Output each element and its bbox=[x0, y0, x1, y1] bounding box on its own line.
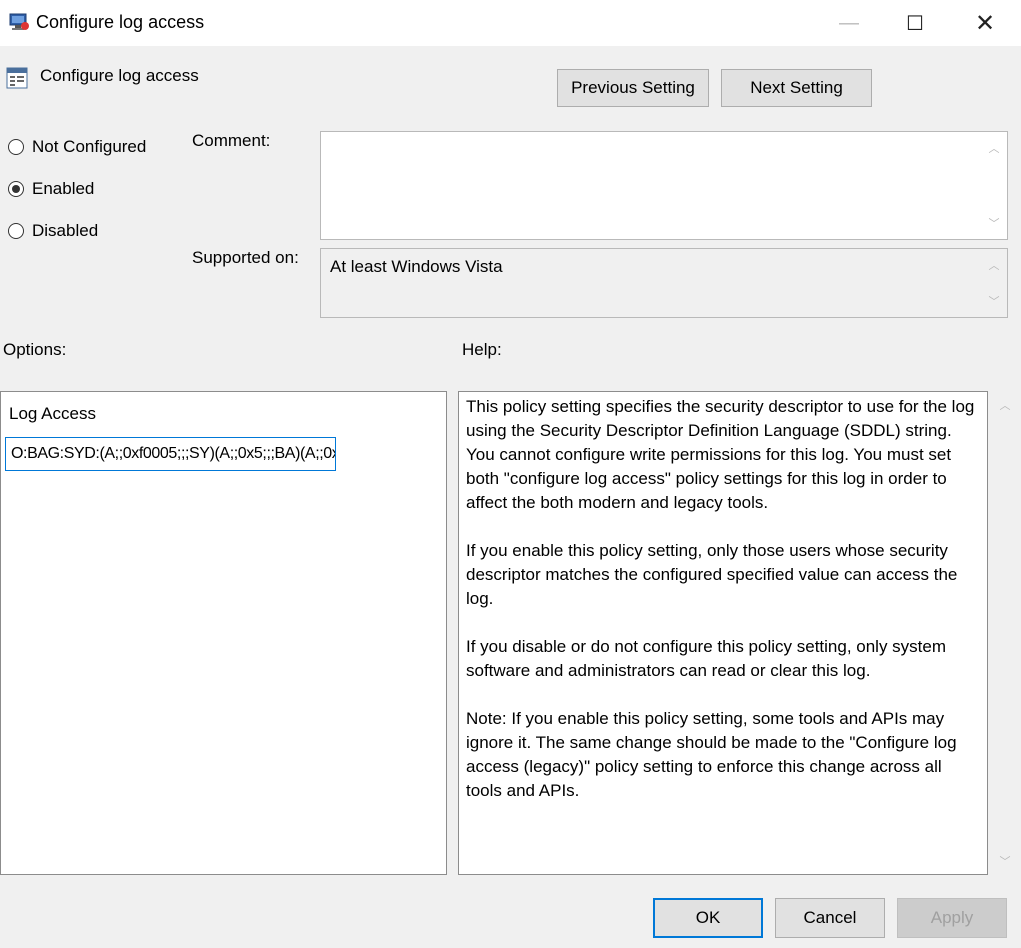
radio-not-configured[interactable]: Not Configured bbox=[8, 137, 146, 157]
setting-title: Configure log access bbox=[40, 66, 199, 85]
comment-textarea[interactable]: ︿ ﹀ bbox=[320, 131, 1008, 240]
cancel-button[interactable]: Cancel bbox=[775, 898, 885, 938]
help-label: Help: bbox=[462, 340, 502, 359]
scroll-up-icon[interactable]: ︿ bbox=[985, 257, 1003, 273]
options-label: Options: bbox=[3, 340, 67, 359]
scroll-up-icon[interactable]: ︿ bbox=[996, 397, 1014, 413]
radio-label: Enabled bbox=[32, 179, 95, 198]
radio-circle-icon[interactable] bbox=[8, 139, 24, 155]
apply-button[interactable]: Apply bbox=[897, 898, 1007, 938]
supported-on-value: At least Windows Vista bbox=[330, 257, 503, 276]
scroll-up-icon[interactable]: ︿ bbox=[985, 140, 1003, 156]
radio-selected-icon[interactable] bbox=[8, 181, 24, 197]
help-paragraph: Note: If you enable this policy setting,… bbox=[466, 709, 957, 800]
previous-setting-button[interactable]: Previous Setting bbox=[557, 69, 709, 107]
window-title: Configure log access bbox=[36, 12, 205, 32]
minimize-button[interactable]: — bbox=[826, 0, 872, 46]
next-setting-button[interactable]: Next Setting bbox=[721, 69, 872, 107]
help-paragraph: If you disable or do not configure this … bbox=[466, 637, 947, 680]
ok-button[interactable]: OK bbox=[653, 898, 763, 938]
log-access-label: Log Access bbox=[9, 404, 96, 423]
scroll-down-icon[interactable]: ﹀ bbox=[985, 293, 1003, 309]
radio-label: Disabled bbox=[32, 221, 99, 240]
log-access-input[interactable]: O:BAG:SYD:(A;;0xf0005;;;SY)(A;;0x5;;;BA)… bbox=[5, 437, 336, 471]
radio-label: Not Configured bbox=[32, 137, 147, 156]
comment-label: Comment: bbox=[192, 131, 271, 150]
scroll-down-icon[interactable]: ﹀ bbox=[985, 215, 1003, 231]
radio-circle-icon[interactable] bbox=[8, 223, 24, 239]
help-paragraph: This policy setting specifies the securi… bbox=[466, 397, 975, 512]
help-text: This policy setting specifies the securi… bbox=[466, 395, 981, 827]
setting-icon bbox=[6, 65, 28, 91]
close-button[interactable]: ✕ bbox=[962, 0, 1008, 46]
maximize-button[interactable]: ☐ bbox=[892, 0, 938, 46]
help-paragraph: If you enable this policy setting, only … bbox=[466, 541, 958, 608]
scroll-down-icon[interactable]: ﹀ bbox=[996, 853, 1014, 869]
supported-on-label: Supported on: bbox=[192, 248, 299, 267]
policy-app-icon bbox=[8, 12, 30, 32]
radio-disabled[interactable]: Disabled bbox=[8, 221, 98, 241]
radio-enabled[interactable]: Enabled bbox=[8, 179, 94, 199]
help-scrollbar[interactable]: ︿ ﹀ bbox=[988, 391, 1021, 875]
